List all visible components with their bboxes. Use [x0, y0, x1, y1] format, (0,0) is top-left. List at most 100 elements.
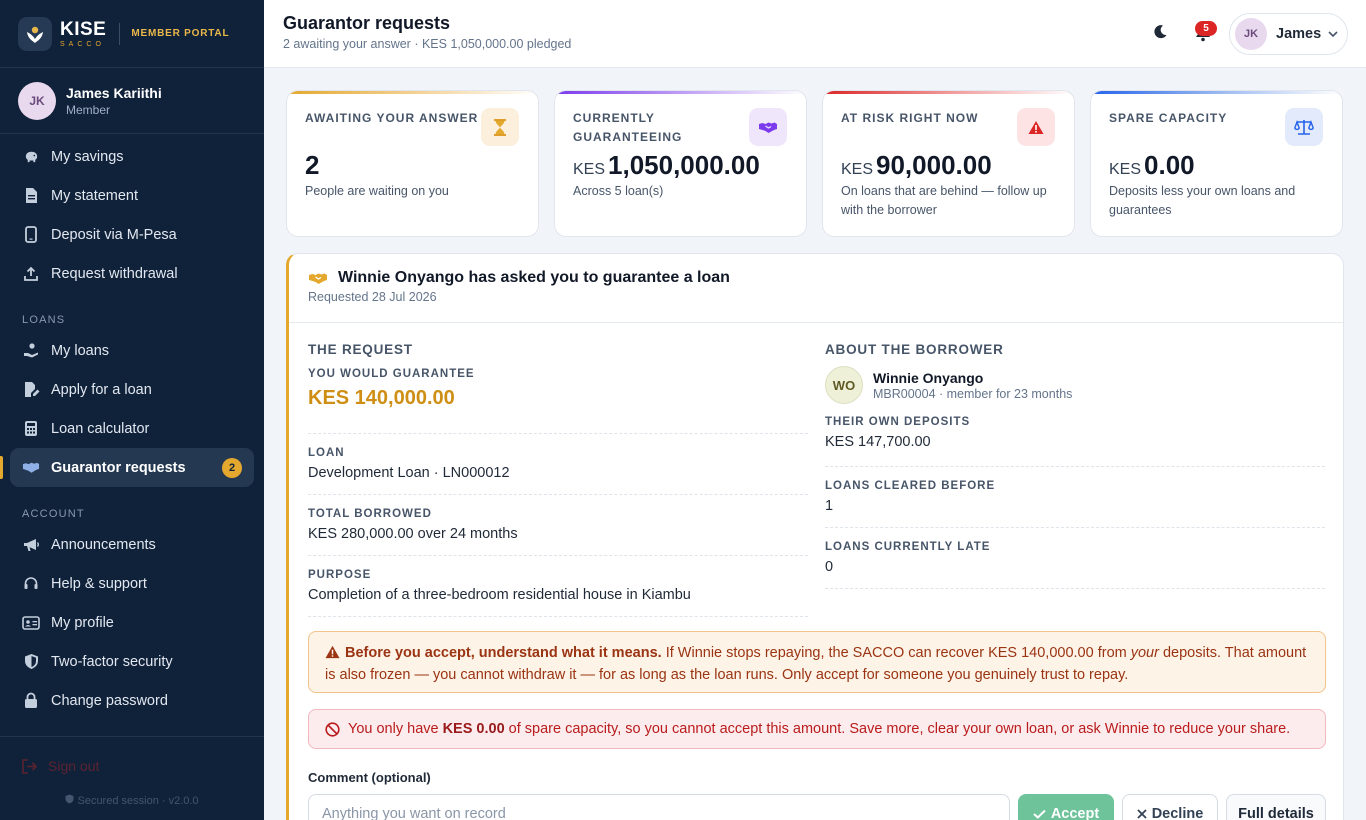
field-label: YOU WOULD GUARANTEE: [308, 368, 475, 380]
sidebar-item-my-statement[interactable]: My statement: [10, 176, 254, 215]
sign-out-button[interactable]: Sign out: [22, 758, 99, 774]
brand-sub: SACCO: [60, 40, 105, 48]
stat-number: 2: [305, 150, 320, 180]
section-heading: THE REQUEST: [308, 342, 413, 357]
sign-out-icon: [22, 758, 38, 774]
request-date: Requested 28 Jul 2026: [308, 290, 437, 304]
sidebar-item-my-savings[interactable]: My savings: [10, 137, 254, 176]
stat-number: 1,050,000.00: [608, 150, 760, 180]
stat-value: KES 0.00: [1109, 150, 1195, 181]
field-value: Completion of a three-bedroom residentia…: [308, 587, 691, 603]
stat-note: On loans that are behind — follow up wit…: [841, 184, 1047, 217]
phone-icon: [22, 226, 40, 244]
sidebar-item-label: Guarantor requests: [51, 459, 186, 476]
brand[interactable]: KISE SACCO MEMBER PORTAL: [0, 0, 264, 68]
sidebar-item-two-factor[interactable]: Two-factor security: [10, 642, 254, 681]
headset-icon: [22, 575, 40, 593]
sidebar-item-help-support[interactable]: Help & support: [10, 564, 254, 603]
warning-icon: [325, 645, 340, 659]
handshake-icon: [22, 459, 40, 477]
sidebar-item-apply-loan[interactable]: Apply for a loan: [10, 370, 254, 409]
stat-label: SPARE CAPACITY: [1109, 111, 1228, 125]
sidebar-item-loan-calculator[interactable]: Loan calculator: [10, 409, 254, 448]
avatar: JK: [18, 81, 56, 120]
sidebar-item-change-password[interactable]: Change password: [10, 681, 254, 720]
field-label: PURPOSE: [308, 569, 372, 581]
card-accent-bar: [823, 91, 1074, 94]
full-details-button[interactable]: Full details: [1226, 794, 1326, 820]
capacity-error-alert: You only have KES 0.00 of spare capacity…: [308, 709, 1326, 749]
field-value: KES 147,700.00: [825, 434, 931, 450]
field-label: TOTAL BORROWED: [308, 508, 432, 520]
document-icon: [22, 187, 40, 205]
chevron-down-icon: [1328, 25, 1338, 43]
request-header: Winnie Onyango has asked you to guarante…: [289, 254, 1343, 323]
error-amount: KES 0.00: [442, 721, 505, 737]
guarantee-amount-field: YOU WOULD GUARANTEE KES 140,000.00: [308, 368, 808, 434]
field-value: KES 280,000.00 over 24 months: [308, 526, 518, 542]
sidebar-item-label: Two-factor security: [51, 653, 173, 670]
megaphone-icon: [22, 536, 40, 554]
calculator-icon: [22, 420, 40, 438]
scale-icon: [1285, 108, 1323, 146]
field-label: LOANS CLEARED BEFORE: [825, 480, 996, 492]
sidebar-item-guarantor-requests[interactable]: Guarantor requests 2: [0, 448, 254, 487]
shield-small-icon: [65, 794, 77, 807]
edit-file-icon: [22, 381, 40, 399]
loans-late-field: LOANS CURRENTLY LATE 0: [825, 528, 1325, 589]
stat-number: 90,000.00: [876, 150, 992, 180]
borrower-identity: WO Winnie Onyango MBR00004 · member for …: [825, 366, 1325, 404]
secured-label: Secured session · v2.0.0: [77, 795, 199, 807]
avatar: WO: [825, 366, 863, 404]
field-label: LOAN: [308, 447, 345, 459]
sacco-logo-icon: [18, 16, 52, 51]
shield-icon: [22, 653, 40, 671]
section-heading: ABOUT THE BORROWER: [825, 342, 1004, 357]
sidebar-item-my-profile[interactable]: My profile: [10, 603, 254, 642]
request-title-text: Winnie Onyango has asked you to guarante…: [338, 269, 730, 286]
sidebar-item-label: Help & support: [51, 575, 147, 592]
nav-section-account: ACCOUNT: [22, 508, 85, 520]
loans-cleared-field: LOANS CLEARED BEFORE 1: [825, 467, 1325, 528]
secured-session-note: Secured session · v2.0.0: [0, 794, 264, 807]
stat-note: Across 5 loan(s): [573, 184, 664, 198]
sidebar-item-announcements[interactable]: Announcements: [10, 525, 254, 564]
sidebar-item-label: Loan calculator: [51, 420, 150, 437]
moon-icon: [1154, 25, 1167, 39]
ban-icon: [325, 721, 340, 737]
decline-label: Decline: [1151, 806, 1204, 820]
sidebar-item-request-withdrawal[interactable]: Request withdrawal: [10, 254, 254, 293]
comment-label: Comment (optional): [308, 770, 431, 785]
stat-note: Deposits less your own loans and guarant…: [1109, 184, 1296, 217]
page-subtitle: 2 awaiting your answer · KES 1,050,000.0…: [283, 37, 572, 51]
handshake-icon: [309, 273, 327, 284]
user-menu-button[interactable]: JK James: [1229, 13, 1348, 55]
card-accent-bar: [287, 91, 538, 94]
sidebar: KISE SACCO MEMBER PORTAL JK James Kariit…: [0, 0, 264, 820]
field-value: 1: [825, 498, 834, 514]
card-accent-bar: [555, 91, 806, 94]
stat-label: CURRENTLY GUARANTEEING: [573, 111, 683, 144]
error-text-2: of spare capacity, so you cannot accept …: [508, 721, 1291, 737]
card-accent-bar: [1091, 91, 1342, 94]
purpose-field: PURPOSE Completion of a three-bedroom re…: [308, 556, 808, 617]
request-details: THE REQUEST YOU WOULD GUARANTEE KES 140,…: [308, 342, 808, 617]
close-icon: [1137, 809, 1147, 819]
check-icon: [1033, 809, 1046, 819]
stat-label: AWAITING YOUR ANSWER: [305, 111, 479, 125]
stat-card-awaiting: AWAITING YOUR ANSWER 2 People are waitin…: [286, 90, 539, 237]
comment-input[interactable]: [308, 794, 1010, 820]
accept-button[interactable]: Accept: [1018, 794, 1114, 820]
dark-mode-toggle[interactable]: [1152, 24, 1168, 45]
page-title: Guarantor requests: [283, 13, 451, 33]
warning-bold: Before you accept, understand what it me…: [345, 645, 662, 661]
stat-card-spare-capacity: SPARE CAPACITY KES 0.00 Deposits less yo…: [1090, 90, 1343, 237]
portal-label: MEMBER PORTAL: [131, 28, 230, 39]
sidebar-item-deposit-mpesa[interactable]: Deposit via M-Pesa: [10, 215, 254, 254]
sidebar-item-my-loans[interactable]: My loans: [10, 331, 254, 370]
loan-field: LOAN Development Loan · LN000012: [308, 434, 808, 495]
warning-icon: [1017, 108, 1055, 146]
decline-button[interactable]: Decline: [1122, 794, 1218, 820]
error-text: You only have: [348, 721, 439, 737]
sidebar-item-label: Apply for a loan: [51, 381, 152, 398]
